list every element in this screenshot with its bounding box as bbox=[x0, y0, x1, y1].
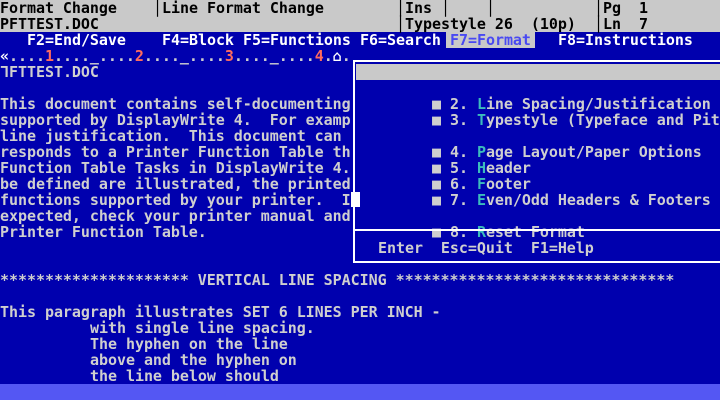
ruler: «....1...._....2...._....3...._....4.⌂. bbox=[0, 48, 351, 64]
insert-mode-indicator: Ins bbox=[405, 0, 432, 16]
status-bar bbox=[0, 384, 720, 400]
divider-bar-icon: │ bbox=[441, 0, 450, 16]
menu-border-left bbox=[353, 60, 355, 263]
document-line: line justification. This document can bbox=[0, 128, 342, 144]
menu-border-bottom bbox=[353, 261, 720, 263]
bullet-icon: ■ bbox=[432, 191, 441, 209]
document-line: the line below should bbox=[90, 368, 279, 384]
mode-label: Line Format Change bbox=[162, 0, 324, 16]
document-line: expected, check your printer manual and bbox=[0, 208, 351, 224]
divider-bar-icon: │ bbox=[396, 16, 405, 32]
section-divider: ********************* VERTICAL LINE SPAC… bbox=[0, 272, 674, 288]
document-line: with single line spacing. bbox=[90, 320, 315, 336]
typestyle-indicator: Typestyle 26 (10p) bbox=[405, 16, 576, 32]
fnkey-f4-block[interactable]: F4=Block bbox=[162, 32, 234, 48]
fnkey-f2-end-save[interactable]: F2=End/Save bbox=[27, 32, 126, 48]
menu-border-divider bbox=[353, 229, 720, 231]
document-line: responds to a Printer Function Table th bbox=[0, 144, 351, 160]
menu-key-hints: Enter Esc=Quit F1=Help bbox=[378, 240, 594, 256]
text-cursor bbox=[351, 192, 360, 207]
document-line: FTTEST.DOC bbox=[9, 64, 99, 80]
document-line: Function Table Tasks in DisplayWrite 4. bbox=[0, 160, 351, 176]
document-line: This paragraph illustrates SET 6 LINES P… bbox=[0, 304, 441, 320]
fnkey-f7-format-active[interactable]: F7=Format bbox=[446, 32, 535, 48]
document-name: PFTTEST.DOC bbox=[0, 16, 99, 32]
document-line: The hyphen on the line bbox=[90, 336, 288, 352]
divider-bar-icon: │ bbox=[153, 0, 162, 16]
divider-bar-icon: │ bbox=[594, 16, 603, 32]
displaywrite-app: Format Change │ Line Format Change │ Ins… bbox=[0, 0, 720, 400]
divider-bar-icon: │ bbox=[486, 0, 495, 16]
screen-title: Format Change bbox=[0, 0, 117, 16]
document-line: supported by DisplayWrite 4. For examp bbox=[0, 112, 351, 128]
document-line: This document contains self-documenting bbox=[0, 96, 351, 112]
title-bar: Format Change │ Line Format Change │ Ins… bbox=[0, 0, 720, 32]
divider-bar-icon: │ bbox=[594, 0, 603, 16]
document-line: Printer Function Table. bbox=[0, 224, 207, 240]
format-change-marker-icon: Γ bbox=[0, 64, 9, 80]
line-indicator: Ln 7 bbox=[603, 16, 648, 32]
document-line: functions supported by your printer. I bbox=[0, 192, 351, 208]
fnkey-f6-search[interactable]: F6=Search bbox=[360, 32, 441, 48]
document-line: above and the hyphen on bbox=[90, 352, 297, 368]
fnkey-f8-instructions[interactable]: F8=Instructions bbox=[558, 32, 693, 48]
page-indicator: Pg 1 bbox=[603, 0, 648, 16]
bullet-icon: ■ bbox=[432, 111, 441, 129]
fnkey-f5-functions[interactable]: F5=Functions bbox=[243, 32, 351, 48]
menu-border-top bbox=[353, 60, 720, 62]
divider-bar-icon: │ bbox=[396, 0, 405, 16]
document-line: be defined are illustrated, the printed bbox=[0, 176, 351, 192]
